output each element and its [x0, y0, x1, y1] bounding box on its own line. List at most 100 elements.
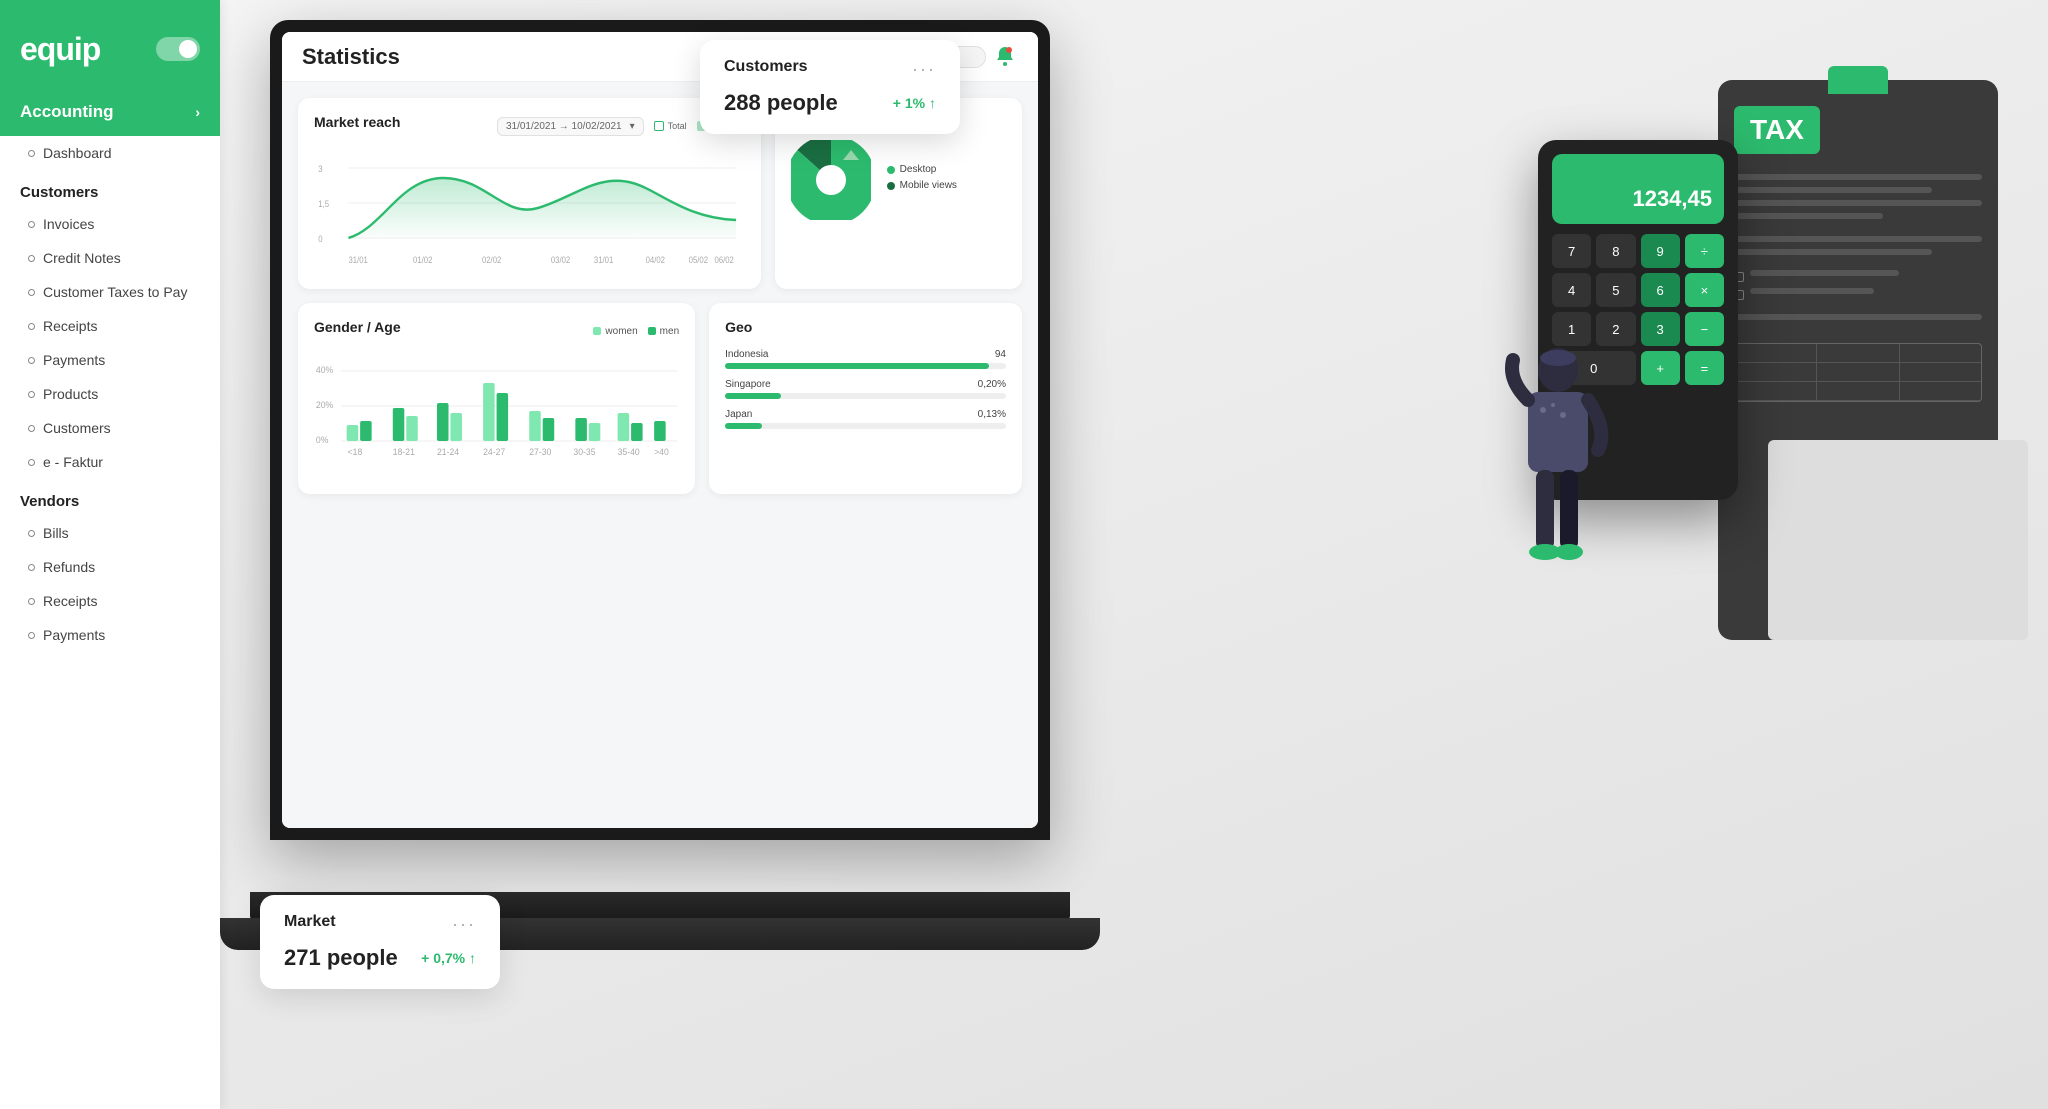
accounting-menu[interactable]: Accounting ›: [0, 88, 220, 136]
svg-text:27-30: 27-30: [529, 447, 551, 457]
calc-btn-7[interactable]: 7: [1552, 234, 1591, 268]
svg-text:35-40: 35-40: [618, 447, 640, 457]
screen-title: Statistics: [302, 44, 400, 70]
dot-icon: [28, 632, 35, 639]
market-reach-header: Market reach 31/01/2021 → 10/02/2021 ▾: [314, 114, 745, 138]
svg-text:02/02: 02/02: [482, 254, 502, 265]
chevron-down-icon: ▾: [630, 121, 635, 132]
calc-btn-sub[interactable]: −: [1685, 312, 1724, 346]
calc-btn-div[interactable]: ÷: [1685, 234, 1724, 268]
sidebar-item-customer-taxes[interactable]: Customer Taxes to Pay: [0, 275, 220, 309]
float-market-people: 271 people: [284, 945, 398, 971]
sidebar-item-bills[interactable]: Bills: [0, 516, 220, 550]
sidebar-item-credit-notes[interactable]: Credit Notes: [0, 241, 220, 275]
women-legend-icon: [593, 327, 601, 335]
sidebar-item-label: Refunds: [43, 559, 95, 575]
total-legend-label: Total: [668, 121, 687, 131]
svg-text:20%: 20%: [316, 400, 333, 410]
svg-text:86%: 86%: [821, 176, 841, 187]
svg-text:03/02: 03/02: [551, 254, 571, 265]
dot-icon: [28, 564, 35, 571]
desktop-legend: Desktop: [887, 164, 957, 175]
svg-text:06/02: 06/02: [715, 254, 735, 265]
clip-table-row: [1735, 363, 1981, 382]
calc-btn-mul[interactable]: ×: [1685, 273, 1724, 307]
vendors-section-label: Vendors: [0, 479, 220, 516]
float-market-dots[interactable]: ···: [452, 914, 476, 935]
sidebar-item-refunds[interactable]: Refunds: [0, 550, 220, 584]
clip-table-cell: [1817, 382, 1899, 400]
float-customers-dots[interactable]: ···: [912, 59, 936, 80]
total-legend: Total: [654, 121, 687, 131]
mobile-legend: Mobile views: [887, 180, 957, 191]
clip-table-cell: [1900, 344, 1981, 362]
geo-value: 94: [995, 349, 1006, 360]
calc-btn-9[interactable]: 9: [1641, 234, 1680, 268]
clip-table: [1734, 343, 1982, 402]
calc-btn-plus[interactable]: +: [1641, 351, 1680, 385]
clip-table-cell: [1817, 344, 1899, 362]
svg-text:30-35: 30-35: [573, 447, 595, 457]
geo-country: Japan: [725, 409, 752, 420]
sidebar-item-efaktur[interactable]: e - Faktur: [0, 445, 220, 479]
sidebar-item-label: e - Faktur: [43, 454, 103, 470]
date-filter[interactable]: 31/01/2021 → 10/02/2021 ▾: [497, 117, 644, 136]
sidebar-item-label: Products: [43, 386, 98, 402]
geo-card: Geo Indonesia 94: [709, 303, 1022, 494]
sidebar-item-invoices[interactable]: Invoices: [0, 207, 220, 241]
calc-btn-6[interactable]: 6: [1641, 273, 1680, 307]
float-market-change: + 0,7% ↑: [421, 950, 476, 966]
gender-age-header: Gender / Age women men: [314, 319, 679, 343]
calc-btn-4[interactable]: 4: [1552, 273, 1591, 307]
sidebar-item-products[interactable]: Products: [0, 377, 220, 411]
svg-text:<18: <18: [348, 447, 363, 457]
sidebar-item-label: Bills: [43, 525, 69, 541]
geo-bar: [725, 423, 762, 429]
clip-line: [1734, 200, 1982, 206]
calc-btn-3[interactable]: 3: [1641, 312, 1680, 346]
calc-btn-8[interactable]: 8: [1596, 234, 1635, 268]
svg-text:01/02: 01/02: [413, 254, 433, 265]
sidebar-item-vendor-receipts[interactable]: Receipts: [0, 584, 220, 618]
clip-line: [1734, 174, 1982, 180]
svg-text:24-27: 24-27: [483, 447, 505, 457]
svg-text:0%: 0%: [316, 435, 329, 445]
geo-bar: [725, 363, 989, 369]
men-legend-label: men: [660, 326, 679, 337]
float-market-row: 271 people + 0,7% ↑: [284, 945, 476, 971]
calc-btn-5[interactable]: 5: [1596, 273, 1635, 307]
date-range-label: 31/01/2021 → 10/02/2021: [506, 121, 622, 132]
chevron-right-icon: ›: [195, 104, 200, 120]
dot-icon: [28, 221, 35, 228]
float-market-title: Market: [284, 913, 336, 931]
sidebar-item-vendor-payments[interactable]: Payments: [0, 618, 220, 652]
clip-checkbox-row: [1734, 288, 1982, 301]
clip-table-row: [1735, 382, 1981, 401]
market-reach-card: Market reach 31/01/2021 → 10/02/2021 ▾: [298, 98, 761, 289]
sidebar-item-label: Payments: [43, 627, 105, 643]
total-legend-icon: [654, 121, 664, 131]
float-customers-row: 288 people + 1% ↑: [724, 90, 936, 116]
geo-item-indonesia: Indonesia 94: [725, 349, 1006, 369]
sidebar-item-dashboard[interactable]: Dashboard: [0, 136, 220, 170]
clipboard-clip: [1828, 66, 1888, 94]
pie-chart: 86%: [791, 140, 871, 220]
svg-text:05/02: 05/02: [689, 254, 709, 265]
screen-content: Market reach 31/01/2021 → 10/02/2021 ▾: [282, 82, 1038, 828]
svg-text:40%: 40%: [316, 365, 333, 375]
geo-item-singapore: Singapore 0,20%: [725, 379, 1006, 399]
svg-text:04/02: 04/02: [646, 254, 666, 265]
women-legend: women: [593, 326, 637, 337]
up-arrow-icon: ↑: [469, 950, 476, 966]
float-market-header: Market ···: [284, 913, 476, 935]
charts-row-2: Gender / Age women men: [298, 303, 1022, 494]
theme-toggle[interactable]: [156, 37, 200, 61]
sidebar-item-payments[interactable]: Payments: [0, 343, 220, 377]
calc-btn-eq[interactable]: =: [1685, 351, 1724, 385]
sidebar-item-customers[interactable]: Customers: [0, 411, 220, 445]
market-reach-title: Market reach: [314, 114, 400, 130]
dot-icon: [28, 357, 35, 364]
bell-icon[interactable]: [994, 45, 1018, 69]
clip-checkbox-row: [1734, 270, 1982, 283]
sidebar-item-receipts[interactable]: Receipts: [0, 309, 220, 343]
